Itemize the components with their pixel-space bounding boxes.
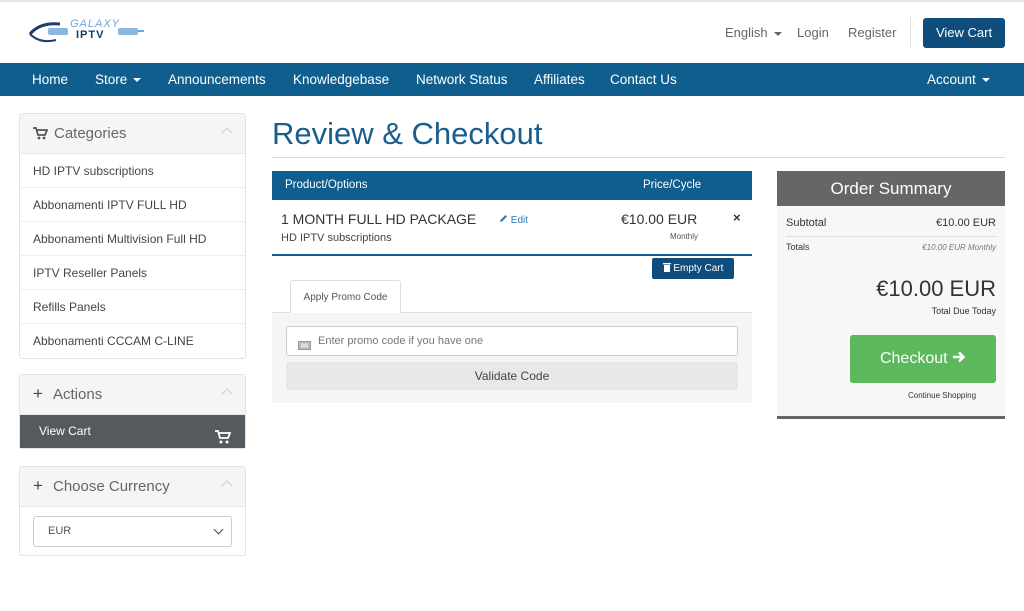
caret-down-icon bbox=[773, 31, 782, 36]
logo-text-iptv: IPTV bbox=[76, 29, 105, 41]
product-price: €10.00 EUR bbox=[621, 211, 698, 227]
sidebar-view-cart-label: View Cart bbox=[39, 424, 91, 438]
checkout-button[interactable]: Checkout bbox=[850, 335, 996, 383]
plus-icon: + bbox=[33, 476, 43, 495]
nav-home[interactable]: Home bbox=[32, 63, 68, 96]
total-due-label: Total Due Today bbox=[931, 306, 996, 316]
product-name: 1 MONTH FULL HD PACKAGE bbox=[281, 211, 477, 227]
trash-icon bbox=[662, 263, 671, 272]
nav-account[interactable]: Account bbox=[927, 63, 990, 96]
shopping-cart-icon bbox=[215, 424, 232, 457]
empty-cart-label: Empty Cart bbox=[673, 263, 724, 274]
language-label: English bbox=[725, 25, 768, 40]
nav-store-label: Store bbox=[95, 72, 128, 87]
promo-panel: Enter promo code if you have one Validat… bbox=[272, 312, 752, 403]
currency-select[interactable]: EUR bbox=[33, 516, 232, 547]
summary-divider bbox=[786, 236, 996, 237]
currency-header[interactable]: + Choose Currency bbox=[20, 467, 245, 507]
edit-product-link[interactable]: Edit bbox=[499, 214, 528, 226]
arrow-right-icon bbox=[953, 351, 966, 363]
empty-cart-button[interactable]: Empty Cart bbox=[652, 258, 734, 279]
promo-placeholder: Enter promo code if you have one bbox=[318, 335, 484, 347]
site-header: GALAXY IPTV English Login Register View … bbox=[0, 2, 1024, 63]
actions-title: Actions bbox=[53, 386, 103, 403]
language-dropdown[interactable]: English bbox=[725, 25, 782, 40]
checkout-label: Checkout bbox=[879, 350, 948, 367]
cart-item-row: 1 MONTH FULL HD PACKAGE Edit HD IPTV sub… bbox=[272, 200, 752, 256]
login-link[interactable]: Login bbox=[797, 25, 829, 40]
category-item[interactable]: HD IPTV subscriptions bbox=[20, 154, 245, 188]
col-product-header: Product/Options bbox=[285, 179, 368, 191]
actions-panel: + Actions View Cart bbox=[19, 374, 246, 449]
order-summary: Order Summary Subtotal €10.00 EUR Totals… bbox=[777, 171, 1005, 419]
category-item[interactable]: Abbonamenti IPTV FULL HD bbox=[20, 188, 245, 222]
sidebar-view-cart[interactable]: View Cart bbox=[20, 415, 245, 448]
nav-announcements[interactable]: Announcements bbox=[168, 63, 266, 96]
totals-value: €10.00 EUR Monthly bbox=[922, 243, 996, 252]
categories-header[interactable]: Categories bbox=[20, 114, 245, 154]
validate-code-button[interactable]: Validate Code bbox=[286, 362, 738, 390]
product-group: HD IPTV subscriptions bbox=[281, 232, 392, 244]
category-item[interactable]: IPTV Reseller Panels bbox=[20, 256, 245, 290]
nav-store[interactable]: Store bbox=[95, 63, 142, 96]
chevron-down-icon bbox=[213, 524, 224, 535]
nav-knowledgebase[interactable]: Knowledgebase bbox=[293, 63, 389, 96]
edit-label: Edit bbox=[510, 215, 529, 226]
chevron-up-icon[interactable] bbox=[221, 388, 233, 400]
caret-down-icon bbox=[133, 78, 142, 83]
order-summary-title: Order Summary bbox=[777, 171, 1005, 206]
pencil-icon bbox=[500, 215, 507, 222]
categories-panel: Categories HD IPTV subscriptions Abbonam… bbox=[19, 113, 246, 359]
promo-code-input[interactable]: Enter promo code if you have one bbox=[286, 326, 738, 356]
continue-shopping-link[interactable]: Continue Shopping bbox=[908, 391, 976, 400]
nav-network-status[interactable]: Network Status bbox=[416, 63, 508, 96]
categories-title: Categories bbox=[54, 125, 127, 142]
header-divider bbox=[910, 17, 911, 47]
title-divider bbox=[272, 157, 1005, 158]
chevron-up-icon[interactable] bbox=[221, 480, 233, 492]
cart-table-header: Product/Options Price/Cycle bbox=[272, 171, 752, 200]
nav-contact-us[interactable]: Contact Us bbox=[610, 63, 677, 96]
register-link[interactable]: Register bbox=[848, 25, 896, 40]
category-item[interactable]: Refills Panels bbox=[20, 290, 245, 324]
caret-down-icon bbox=[981, 78, 990, 83]
currency-selected: EUR bbox=[48, 525, 72, 537]
page-title: Review & Checkout bbox=[272, 116, 543, 151]
nav-account-label: Account bbox=[927, 72, 976, 87]
nav-affiliates[interactable]: Affiliates bbox=[534, 63, 585, 96]
currency-title: Choose Currency bbox=[53, 478, 170, 495]
ticket-icon bbox=[298, 337, 311, 355]
remove-item-icon[interactable]: × bbox=[733, 210, 741, 225]
chevron-up-icon[interactable] bbox=[221, 127, 233, 139]
totals-label: Totals bbox=[786, 242, 810, 252]
plus-icon: + bbox=[33, 384, 43, 403]
category-item[interactable]: Abbonamenti Multivision Full HD bbox=[20, 222, 245, 256]
shopping-cart-icon bbox=[33, 127, 49, 145]
main-navbar: Home Store Announcements Knowledgebase N… bbox=[0, 63, 1024, 96]
total-due-amount: €10.00 EUR bbox=[876, 276, 996, 301]
currency-panel: + Choose Currency EUR bbox=[19, 466, 246, 556]
col-price-header: Price/Cycle bbox=[643, 179, 702, 191]
tab-apply-promo-code[interactable]: Apply Promo Code bbox=[290, 280, 401, 313]
actions-header[interactable]: + Actions bbox=[20, 375, 245, 415]
billing-cycle: Monthly bbox=[670, 232, 699, 241]
category-item[interactable]: Abbonamenti CCCAM C-LINE bbox=[20, 324, 245, 358]
site-logo[interactable]: GALAXY IPTV bbox=[26, 14, 146, 50]
view-cart-button[interactable]: View Cart bbox=[923, 18, 1005, 48]
subtotal-label: Subtotal bbox=[786, 217, 827, 229]
subtotal-value: €10.00 EUR bbox=[936, 217, 996, 229]
